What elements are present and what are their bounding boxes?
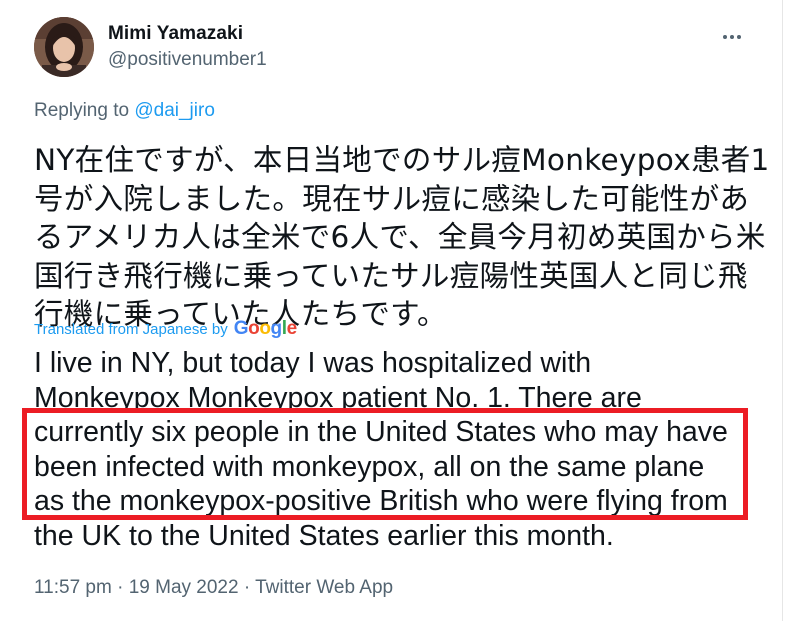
tweet-card: Mimi Yamazaki @positivenumber1 Replying … [0, 0, 796, 621]
scrollbar-divider [782, 0, 783, 621]
tweet-jp-line: るアメリカ人は全米で6人で、全員今月初め英国から米 [34, 220, 766, 254]
tweet-time[interactable]: 11:57 pm [34, 577, 112, 598]
replying-to-prefix: Replying to [34, 100, 135, 121]
tweet-date[interactable]: 19 May 2022 [129, 577, 239, 598]
translation-label: Translated from Japanese by [34, 320, 228, 338]
red-highlight-annotation [22, 408, 748, 520]
tweet-en-line: the UK to the United States earlier this… [34, 519, 614, 552]
tweet-jp-line: 号が入院しました。現在サル痘に感染した可能性があ [34, 181, 750, 216]
more-options-button[interactable] [716, 26, 748, 48]
tweet-source-app[interactable]: Twitter Web App [255, 577, 393, 598]
tweet-jp-line: NY在住ですが、本日当地でのサル痘Monkeypox患者1 [34, 143, 770, 177]
tweet-jp-line: 国行き飛行機に乗っていたサル痘陽性英国人と同じ飛 [34, 258, 748, 293]
avatar[interactable] [34, 17, 94, 77]
translation-attribution[interactable]: Translated from Japanese by Google [34, 318, 297, 340]
tweet-metadata: 11:57 pm · 19 May 2022 · Twitter Web App [34, 577, 393, 599]
more-dots-icon [723, 35, 741, 39]
replying-to: Replying to @dai_jiro [34, 100, 215, 122]
meta-separator: · [111, 577, 129, 598]
replying-to-mention-link[interactable]: @dai_jiro [134, 100, 215, 121]
avatar-photo [34, 17, 94, 77]
tweet-text-original: NY在住ですが、本日当地でのサル痘Monkeypox患者1 号が入院しました。現… [34, 141, 770, 334]
tweet-en-line: I live in NY, but today I was hospitaliz… [34, 347, 592, 379]
user-handle[interactable]: @positivenumber1 [108, 49, 267, 71]
google-logo-icon: Google [233, 318, 298, 339]
display-name[interactable]: Mimi Yamazaki [108, 23, 243, 45]
meta-separator: · [238, 577, 256, 598]
